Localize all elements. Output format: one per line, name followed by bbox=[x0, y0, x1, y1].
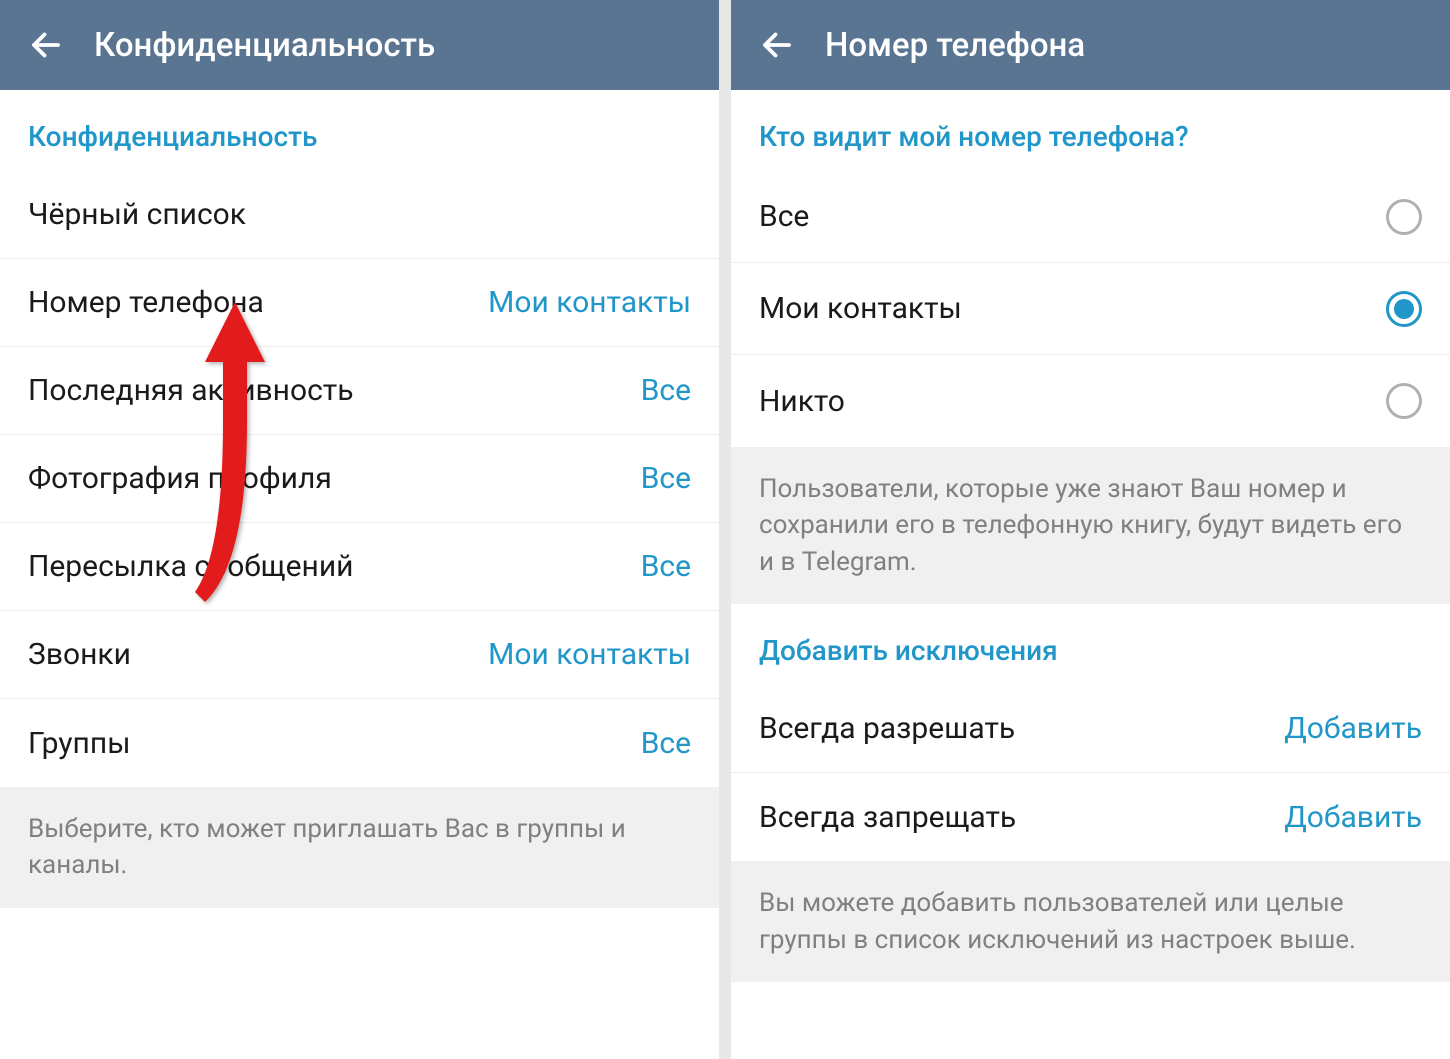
radio-icon bbox=[1386, 291, 1422, 327]
row-never-allow[interactable]: Всегда запрещать Добавить bbox=[731, 773, 1450, 861]
add-action: Добавить bbox=[1284, 800, 1422, 835]
row-value: Все bbox=[641, 461, 691, 496]
header-left: Конфиденциальность bbox=[0, 0, 719, 90]
radio-label: Все bbox=[759, 199, 809, 234]
option-nobody[interactable]: Никто bbox=[731, 355, 1450, 447]
row-label: Фотография профиля bbox=[28, 461, 332, 496]
row-value: Мои контакты bbox=[488, 637, 691, 672]
row-profile-photo[interactable]: Фотография профиля Все bbox=[0, 435, 719, 523]
section-header-exceptions: Добавить исключения bbox=[731, 604, 1450, 685]
option-my-contacts[interactable]: Мои контакты bbox=[731, 263, 1450, 355]
section-header-privacy: Конфиденциальность bbox=[0, 90, 719, 171]
add-action: Добавить bbox=[1284, 711, 1422, 746]
row-label: Группы bbox=[28, 726, 130, 761]
radio-label: Мои контакты bbox=[759, 291, 962, 326]
back-arrow-icon bbox=[759, 27, 795, 63]
header-right: Номер телефона bbox=[731, 0, 1450, 90]
row-label: Последняя активность bbox=[28, 373, 354, 408]
row-label: Всегда разрешать bbox=[759, 711, 1015, 746]
row-label: Номер телефона bbox=[28, 285, 264, 320]
privacy-section: Конфиденциальность Чёрный список Номер т… bbox=[0, 90, 719, 787]
section-header-visibility: Кто видит мой номер телефона? bbox=[731, 90, 1450, 171]
row-forwarding[interactable]: Пересылка сообщений Все bbox=[0, 523, 719, 611]
row-always-allow[interactable]: Всегда разрешать Добавить bbox=[731, 685, 1450, 773]
radio-label: Никто bbox=[759, 384, 845, 419]
row-calls[interactable]: Звонки Мои контакты bbox=[0, 611, 719, 699]
phone-number-pane: Номер телефона Кто видит мой номер телеф… bbox=[731, 0, 1450, 1059]
row-last-seen[interactable]: Последняя активность Все bbox=[0, 347, 719, 435]
row-value: Все bbox=[641, 373, 691, 408]
exceptions-hint: Вы можете добавить пользователей или цел… bbox=[731, 861, 1450, 982]
page-title: Конфиденциальность bbox=[94, 26, 435, 65]
radio-icon bbox=[1386, 199, 1422, 235]
row-value: Все bbox=[641, 726, 691, 761]
row-value: Все bbox=[641, 549, 691, 584]
back-arrow-icon bbox=[28, 27, 64, 63]
option-everybody[interactable]: Все bbox=[731, 171, 1450, 263]
visibility-section: Кто видит мой номер телефона? Все Мои ко… bbox=[731, 90, 1450, 447]
page-title: Номер телефона bbox=[825, 26, 1085, 65]
exceptions-section: Добавить исключения Всегда разрешать Доб… bbox=[731, 604, 1450, 861]
radio-icon bbox=[1386, 383, 1422, 419]
back-button[interactable] bbox=[28, 27, 64, 63]
privacy-settings-pane: Конфиденциальность Конфиденциальность Чё… bbox=[0, 0, 719, 1059]
row-blacklist[interactable]: Чёрный список bbox=[0, 171, 719, 259]
row-phone-number[interactable]: Номер телефона Мои контакты bbox=[0, 259, 719, 347]
row-label: Звонки bbox=[28, 637, 131, 672]
back-button[interactable] bbox=[759, 27, 795, 63]
row-label: Пересылка сообщений bbox=[28, 549, 354, 584]
visibility-hint: Пользователи, которые уже знают Ваш номе… bbox=[731, 447, 1450, 604]
row-groups[interactable]: Группы Все bbox=[0, 699, 719, 787]
row-label: Всегда запрещать bbox=[759, 800, 1016, 835]
row-value: Мои контакты bbox=[488, 285, 691, 320]
row-label: Чёрный список bbox=[28, 197, 246, 232]
footer-groups-hint: Выберите, кто может приглашать Вас в гру… bbox=[0, 787, 719, 908]
